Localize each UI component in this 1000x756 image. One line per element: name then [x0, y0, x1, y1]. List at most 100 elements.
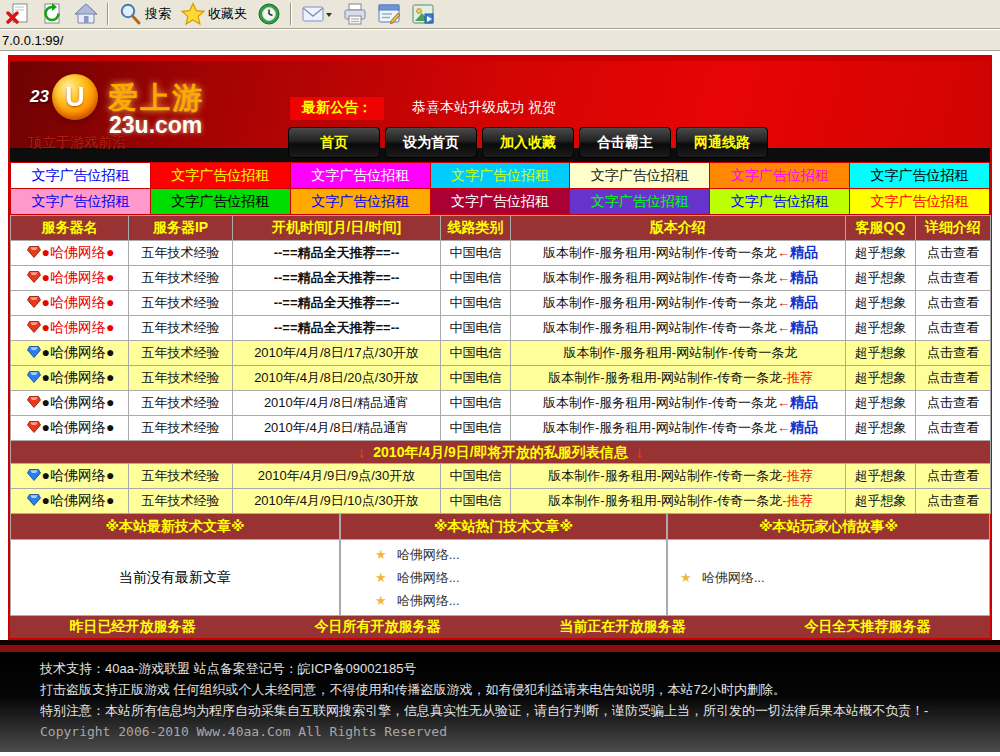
mail-button[interactable] — [296, 1, 338, 27]
blue-gem-icon — [27, 346, 41, 358]
version-info[interactable]: 版本制作-服务租用-网站制作-传奇一条龙←精品 — [511, 416, 846, 441]
version-info[interactable]: 版本制作-服务租用-网站制作-传奇一条龙←精品 — [511, 266, 846, 291]
ad-row: 文字广告位招租文字广告位招租文字广告位招租文字广告位招租文字广告位招租文字广告位… — [11, 163, 989, 188]
upcoming-separator-row: ↓2010年/4月/9日/即将开放的私服列表信息↓ — [11, 441, 991, 464]
server-name[interactable]: ●哈佛网络● — [11, 416, 129, 441]
open-time: 2010年/4月/8日/精品通宵 — [233, 391, 441, 416]
server-name[interactable]: ●哈佛网络● — [11, 391, 129, 416]
version-info[interactable]: 版本制作-服务租用-网站制作-传奇一条龙←精品 — [511, 291, 846, 316]
detail-link[interactable]: 点击查看 — [916, 391, 991, 416]
line-type: 中国电信 — [441, 416, 511, 441]
version-info[interactable]: 版本制作-服务租用-网站制作-传奇一条龙-推荐 — [511, 366, 846, 391]
open-time: --==精品全天推荐==-- — [233, 241, 441, 266]
detail-link[interactable]: 点击查看 — [916, 241, 991, 266]
ad-slot[interactable]: 文字广告位招租 — [710, 189, 849, 214]
ad-slot[interactable]: 文字广告位招租 — [850, 163, 989, 188]
nav-button-3[interactable]: 合击霸主 — [579, 127, 671, 158]
version-info[interactable]: 版本制作-服务租用-网站制作-传奇一条龙-推荐 — [511, 464, 846, 489]
ad-slot[interactable]: 文字广告位招租 — [291, 163, 430, 188]
ad-slot[interactable]: 文字广告位招租 — [11, 163, 150, 188]
ad-slot[interactable]: 文字广告位招租 — [710, 163, 849, 188]
nav-button-0[interactable]: 首页 — [288, 127, 380, 158]
detail-link[interactable]: 点击查看 — [916, 291, 991, 316]
history-button[interactable] — [252, 1, 286, 27]
detail-link[interactable]: 点击查看 — [916, 316, 991, 341]
bottom-link-3[interactable]: 今日全天推荐服务器 — [745, 616, 990, 638]
ad-grid: 文字广告位招租文字广告位招租文字广告位招租文字广告位招租文字广告位招租文字广告位… — [10, 162, 990, 215]
favorites-button[interactable]: 收藏夹 — [176, 1, 252, 27]
server-name[interactable]: ●哈佛网络● — [11, 489, 129, 514]
nav-button-1[interactable]: 设为首页 — [385, 127, 477, 158]
service-qq: 超乎想象 — [846, 464, 916, 489]
detail-link[interactable]: 点击查看 — [916, 266, 991, 291]
print-button[interactable] — [338, 1, 372, 27]
ad-slot[interactable]: 文字广告位招租 — [570, 189, 709, 214]
search-button[interactable]: 搜索 — [113, 1, 176, 27]
ad-slot[interactable]: 文字广告位招租 — [11, 189, 150, 214]
bottom-link-1[interactable]: 今日所有开放服务器 — [255, 616, 500, 638]
version-info[interactable]: 版本制作-服务租用-网站制作-传奇一条龙-推荐 — [511, 489, 846, 514]
version-info[interactable]: 版本制作-服务租用-网站制作-传奇一条龙 — [511, 341, 846, 366]
bottom-link-2[interactable]: 当前正在开放服务器 — [500, 616, 745, 638]
server-name[interactable]: ●哈佛网络● — [11, 266, 129, 291]
detail-link[interactable]: 点击查看 — [916, 366, 991, 391]
address-text: 7.0.0.1:99/ — [2, 33, 63, 48]
article-link[interactable]: ★哈佛网络... — [375, 566, 666, 589]
nav-button-4[interactable]: 网通线路 — [676, 127, 768, 158]
separator-text: 2010年/4月/9日/即将开放的私服列表信息 — [373, 444, 627, 460]
ad-slot[interactable]: 文字广告位招租 — [151, 163, 290, 188]
address-bar[interactable]: 7.0.0.1:99/ — [0, 29, 1000, 51]
server-name[interactable]: ●哈佛网络● — [11, 316, 129, 341]
ad-slot[interactable]: 文字广告位招租 — [850, 189, 989, 214]
section-header-0: ※本站最新技术文章※ — [10, 514, 340, 540]
media-button[interactable] — [406, 1, 440, 27]
home-button[interactable] — [69, 1, 103, 27]
version-info[interactable]: 版本制作-服务租用-网站制作-传奇一条龙←精品 — [511, 241, 846, 266]
edit-button[interactable] — [372, 1, 406, 27]
bottom-link-0[interactable]: 昨日已经开放服务器 — [10, 616, 255, 638]
detail-link[interactable]: 点击查看 — [916, 416, 991, 441]
ad-slot[interactable]: 文字广告位招租 — [291, 189, 430, 214]
server-ip: 五年技术经验 — [129, 416, 233, 441]
server-name[interactable]: ●哈佛网络● — [11, 366, 129, 391]
stop-button[interactable] — [1, 1, 35, 27]
server-name[interactable]: ●哈佛网络● — [11, 241, 129, 266]
version-info[interactable]: 版本制作-服务租用-网站制作-传奇一条龙←精品 — [511, 316, 846, 341]
detail-link[interactable]: 点击查看 — [916, 489, 991, 514]
detail-link[interactable]: 点击查看 — [916, 464, 991, 489]
red-gem-icon — [27, 321, 41, 333]
server-name[interactable]: ●哈佛网络● — [11, 464, 129, 489]
footer-line: 特别注意：本站所有信息均为程序自动采集自互联网搜索引擎，信息真实性无从验证，请自… — [40, 700, 1000, 721]
browser-toolbar: 搜索 收藏夹 — [0, 0, 1000, 29]
line-type: 中国电信 — [441, 366, 511, 391]
ad-slot[interactable]: 文字广告位招租 — [431, 189, 570, 214]
article-link[interactable]: ★哈佛网络... — [375, 589, 666, 612]
red-gem-icon — [27, 396, 41, 408]
article-link[interactable]: ★哈佛网络... — [375, 543, 666, 566]
ad-slot[interactable]: 文字广告位招租 — [570, 163, 709, 188]
star-bullet-icon: ★ — [680, 570, 692, 585]
open-time: 2010年/4月/8日/20点/30开放 — [233, 366, 441, 391]
refresh-button[interactable] — [35, 1, 69, 27]
detail-link[interactable]: 点击查看 — [916, 341, 991, 366]
article-link[interactable]: ★哈佛网络... — [668, 566, 765, 589]
ad-slot[interactable]: 文字广告位招租 — [431, 163, 570, 188]
footer-line: 技术支持：40aa-游戏联盟 站点备案登记号：皖ICP备09002185号 — [40, 658, 1000, 679]
server-name[interactable]: ●哈佛网络● — [11, 291, 129, 316]
footer-line: 打击盗版支持正版游戏 任何组织或个人未经同意，不得使用和传播盗版游戏，如有侵犯利… — [40, 679, 1000, 700]
server-name[interactable]: ●哈佛网络● — [11, 341, 129, 366]
version-info[interactable]: 版本制作-服务租用-网站制作-传奇一条龙←精品 — [511, 391, 846, 416]
line-type: 中国电信 — [441, 391, 511, 416]
server-ip: 五年技术经验 — [129, 316, 233, 341]
open-time: 2010年/4月/9日/9点/30开放 — [233, 464, 441, 489]
toolbar-separator — [290, 3, 292, 25]
nav-button-2[interactable]: 加入收藏 — [482, 127, 574, 158]
ad-slot[interactable]: 文字广告位招租 — [151, 189, 290, 214]
logo-ball-icon[interactable]: U — [52, 74, 98, 120]
favorites-star-icon — [181, 2, 205, 26]
service-qq: 超乎想象 — [846, 391, 916, 416]
edit-icon — [377, 2, 401, 26]
column-header: 客服QQ — [846, 216, 916, 241]
section-header-2: ※本站玩家心情故事※ — [667, 514, 990, 540]
star-bullet-icon: ★ — [375, 593, 387, 608]
